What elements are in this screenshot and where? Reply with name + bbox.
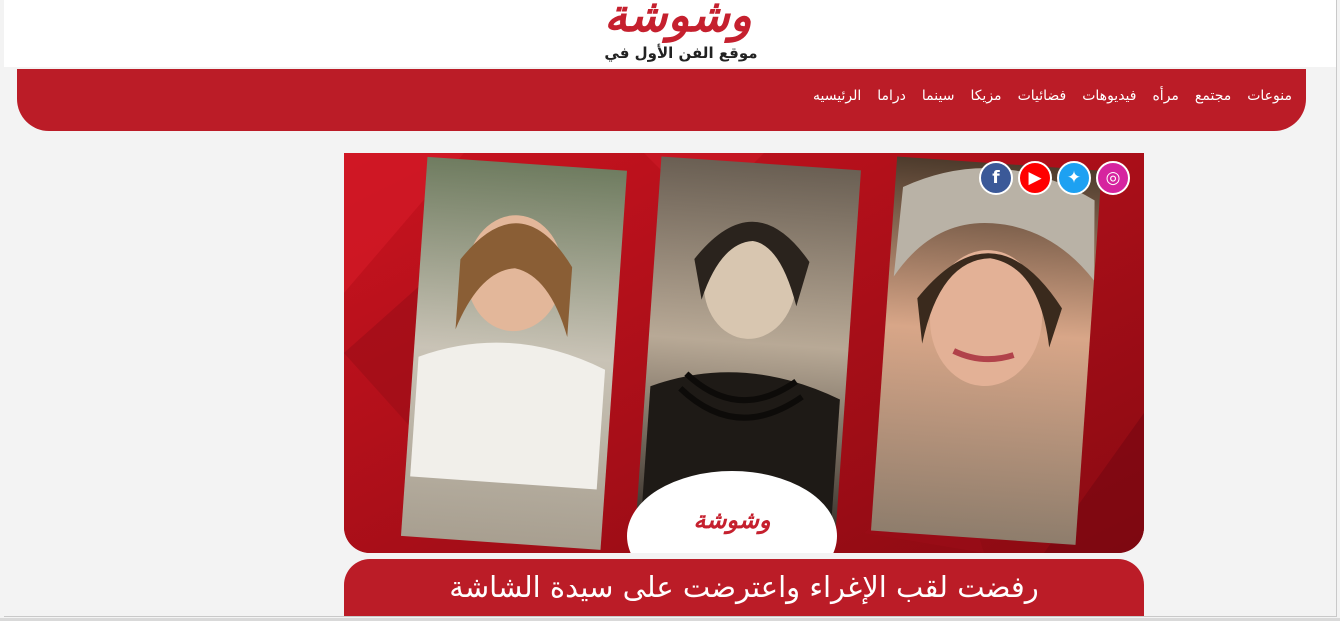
twitter-icon[interactable]: ✦ — [1057, 161, 1091, 195]
nav-item-drama[interactable]: دراما — [877, 87, 906, 105]
nav-list: الرئيسيه دراما سينما مزيكا فضائيات فيديو… — [813, 87, 1292, 105]
watermark-text: وشوشة — [693, 505, 771, 534]
hero-image[interactable]: ◎ ✦ ▶ f وشوشة — [344, 153, 1144, 553]
instagram-icon[interactable]: ◎ — [1096, 161, 1130, 195]
site-logo[interactable]: وشوشة — [578, 0, 778, 44]
logo-text: وشوشة — [604, 0, 753, 42]
nav-item-videos[interactable]: فيديوهات — [1082, 87, 1136, 105]
facebook-icon[interactable]: f — [979, 161, 1013, 195]
nav-item-woman[interactable]: مرأه — [1152, 87, 1178, 105]
nav-item-society[interactable]: مجتمع — [1195, 87, 1231, 105]
social-links: ◎ ✦ ▶ f — [979, 161, 1130, 195]
main-navigation: الرئيسيه دراما سينما مزيكا فضائيات فيديو… — [17, 69, 1306, 131]
site-header: وشوشة موقع الفن الأول في مصر — [4, 0, 1336, 80]
article-headline-card[interactable]: رفضت لقب الإغراء واعترضت على سيدة الشاشة — [344, 559, 1144, 616]
nav-item-misc[interactable]: منوعات — [1247, 87, 1292, 105]
nav-item-home[interactable]: الرئيسيه — [813, 87, 861, 105]
nav-item-satellite[interactable]: فضائيات — [1018, 87, 1067, 105]
nav-item-cinema[interactable]: سينما — [922, 87, 955, 105]
nav-item-music[interactable]: مزيكا — [970, 87, 1001, 105]
browser-viewport: وشوشة موقع الفن الأول في مصر الرئيسيه در… — [4, 0, 1337, 617]
article-headline[interactable]: رفضت لقب الإغراء واعترضت على سيدة الشاشة — [344, 567, 1144, 607]
youtube-icon[interactable]: ▶ — [1018, 161, 1052, 195]
